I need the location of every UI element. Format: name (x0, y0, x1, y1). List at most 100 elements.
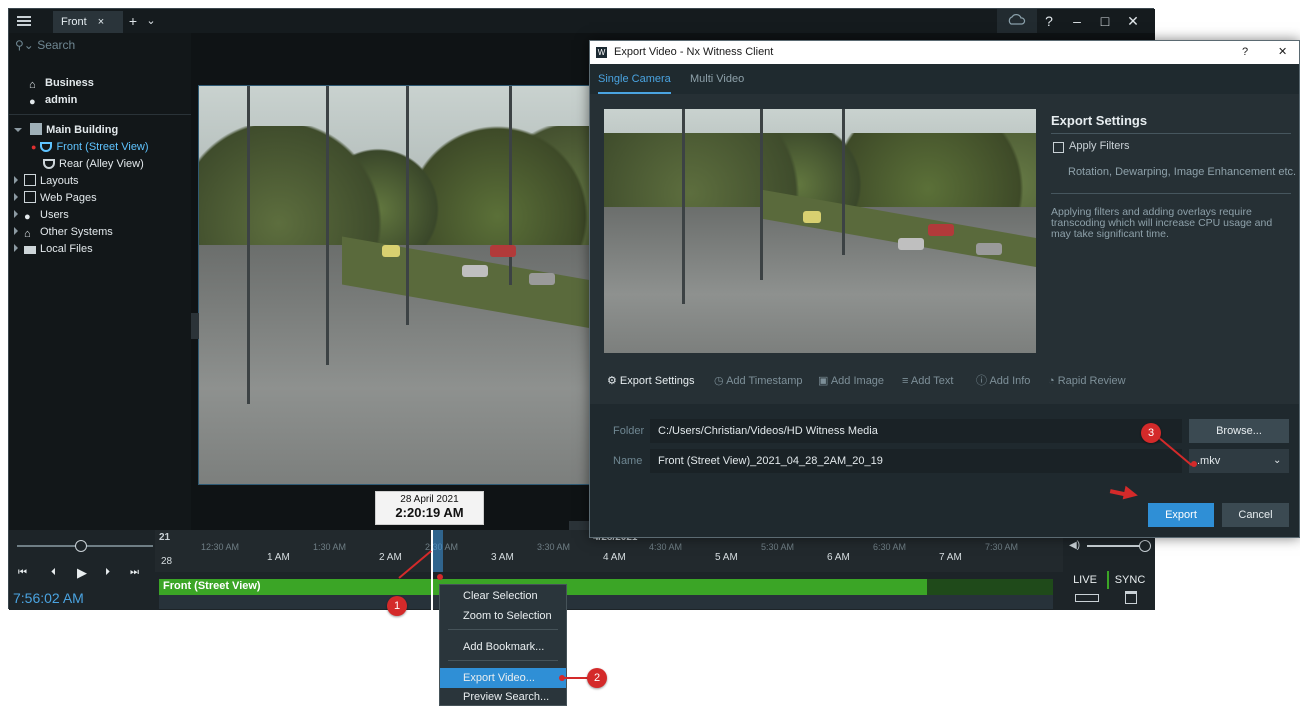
tab-close-icon[interactable]: × (98, 16, 104, 28)
recording-track[interactable]: Front (Street View) (159, 579, 1053, 595)
minimize-button[interactable]: – (1065, 9, 1089, 33)
jump-start-button[interactable]: ⏮ (18, 567, 27, 578)
tool-add-image[interactable]: ▣ Add Image (818, 373, 884, 389)
expand-icon (14, 128, 22, 132)
maximize-button[interactable]: □ (1093, 9, 1117, 33)
sync-button[interactable]: SYNC (1107, 571, 1151, 589)
tab-single-camera[interactable]: Single Camera (598, 64, 671, 94)
tick-major: 4 AM (603, 552, 626, 563)
menu-preview-search[interactable]: Preview Search... (440, 688, 566, 706)
cloud-button[interactable] (997, 9, 1037, 33)
tick-major: 5 AM (715, 552, 738, 563)
annotation-dot (437, 574, 443, 580)
tool-add-text[interactable]: ≡ Add Text (902, 373, 953, 389)
export-settings-title: Export Settings (1051, 113, 1148, 128)
cloud-icon (1008, 14, 1026, 25)
collapse-timeline-handle[interactable] (569, 521, 591, 530)
gear-icon: ⚙ (607, 375, 620, 387)
step-back-button[interactable]: ⏴ (51, 567, 56, 578)
tree-local-files[interactable]: Local Files (14, 241, 93, 257)
volume-slider[interactable] (1087, 545, 1143, 547)
cancel-button[interactable]: Cancel (1222, 503, 1289, 527)
tool-rapid-review[interactable]: ◔ Rapid Review (1048, 373, 1126, 389)
tree-web-pages[interactable]: Web Pages (14, 190, 97, 206)
volume-slider-handle[interactable] (1139, 540, 1151, 552)
tool-export-settings[interactable]: ⚙ Export Settings (607, 373, 695, 389)
tool-label: Add Image (830, 375, 885, 387)
jump-end-button[interactable]: ⏭ (130, 567, 139, 578)
search-field[interactable]: ⚲⌄ Search (15, 38, 75, 52)
track-camera-label: Front (Street View) (163, 580, 261, 592)
close-button[interactable]: ✕ (1121, 9, 1145, 33)
tab-front[interactable]: Front × (53, 11, 123, 33)
tree-users[interactable]: ● Users (14, 207, 69, 223)
menu-export-video[interactable]: Export Video... (440, 668, 566, 688)
tree-main-building[interactable]: Main Building (14, 122, 118, 138)
tree-business[interactable]: ⌂ Business (29, 75, 94, 91)
tool-label: Export Settings (619, 375, 695, 387)
tick-major: 7 AM (939, 552, 962, 563)
tree-camera-front[interactable]: ● Front (Street View) (31, 139, 149, 155)
recording-track-gap (927, 579, 1053, 595)
menu-add-bookmark[interactable]: Add Bookmark... (440, 637, 566, 657)
camera-icon (43, 159, 55, 169)
transcoding-note: Applying filters and adding overlays req… (1051, 206, 1273, 240)
calendar-icon[interactable] (1125, 591, 1137, 604)
tool-add-timestamp[interactable]: ◷ Add Timestamp (714, 373, 802, 389)
step-forward-button[interactable]: ⏵ (105, 567, 110, 578)
resource-tree: ⚲⌄ Search ⌂ Business ● admin Main Building… (9, 33, 191, 530)
home-icon: ⌂ (29, 79, 36, 91)
main-menu-icon[interactable] (17, 14, 31, 28)
apply-filters-label: Apply Filters (1069, 140, 1130, 152)
tick-minor: 3:30 AM (537, 542, 571, 552)
browse-button[interactable]: Browse... (1189, 419, 1289, 443)
dialog-help-button[interactable]: ? (1242, 41, 1248, 64)
play-button[interactable]: ▶ (77, 565, 87, 581)
playback-position-marker[interactable] (431, 530, 433, 610)
expand-icon (14, 210, 18, 218)
menu-divider (448, 660, 558, 661)
recording-dot-icon: ● (31, 142, 37, 152)
timeline-scrollbar[interactable] (159, 595, 1053, 609)
tool-label: Add Info (989, 375, 1031, 387)
rapid-review-icon: ◔ (1048, 375, 1058, 387)
collapse-sidebar-handle[interactable] (191, 313, 199, 339)
tree-camera-rear[interactable]: Rear (Alley View) (43, 156, 144, 172)
tick-minor: 1:30 AM (313, 542, 347, 552)
apply-filters-checkbox[interactable] (1053, 142, 1064, 153)
clock-icon: ◷ (714, 375, 727, 387)
tree-layouts[interactable]: Layouts (14, 173, 79, 189)
tick-major: 2 AM (379, 552, 402, 563)
tree-other-systems[interactable]: ⌂ Other Systems (14, 224, 113, 240)
thumbnails-icon[interactable] (1075, 594, 1099, 602)
volume-icon[interactable]: ◀) (1069, 540, 1080, 551)
help-button[interactable]: ? (1037, 9, 1061, 33)
speed-slider-handle[interactable] (75, 540, 87, 552)
export-button[interactable]: Export (1148, 503, 1214, 527)
live-button[interactable]: LIVE (1067, 571, 1103, 589)
dialog-title: Export Video - Nx Witness Client (614, 46, 774, 58)
tabs-menu-icon[interactable]: ⌄ (139, 9, 163, 33)
tab-label: Front (61, 16, 87, 28)
camera-video-tile[interactable] (198, 85, 598, 485)
file-name-field[interactable]: Front (Street View)_2021_04_28_2AM_20_19 (650, 449, 1182, 473)
menu-clear-selection[interactable]: Clear Selection (440, 586, 566, 606)
tab-multi-video[interactable]: Multi Video (690, 64, 744, 94)
tree-label: Users (40, 209, 69, 221)
time-tooltip: 28 April 2021 2:20:19 AM (375, 491, 484, 525)
image-icon: ▣ (818, 375, 831, 387)
folder-field[interactable]: C:/Users/Christian/Videos/HD Witness Med… (650, 419, 1182, 443)
date-label-left: 21 (159, 532, 171, 543)
format-select[interactable]: .mkv ⌄ (1189, 449, 1289, 473)
server-icon (30, 123, 43, 135)
tree-label: Web Pages (40, 192, 97, 204)
step-badge-3: 3 (1141, 423, 1161, 443)
menu-zoom-to-selection[interactable]: Zoom to Selection (440, 606, 566, 626)
tree-user[interactable]: ● admin (29, 92, 77, 108)
tool-label: Rapid Review (1057, 375, 1126, 387)
divider (1051, 133, 1291, 134)
dialog-close-button[interactable]: ✕ (1278, 41, 1287, 64)
tool-add-info[interactable]: ⓘ Add Info (976, 373, 1030, 389)
tick-minor: 7:30 AM (985, 542, 1019, 552)
search-placeholder: Search (37, 38, 76, 52)
